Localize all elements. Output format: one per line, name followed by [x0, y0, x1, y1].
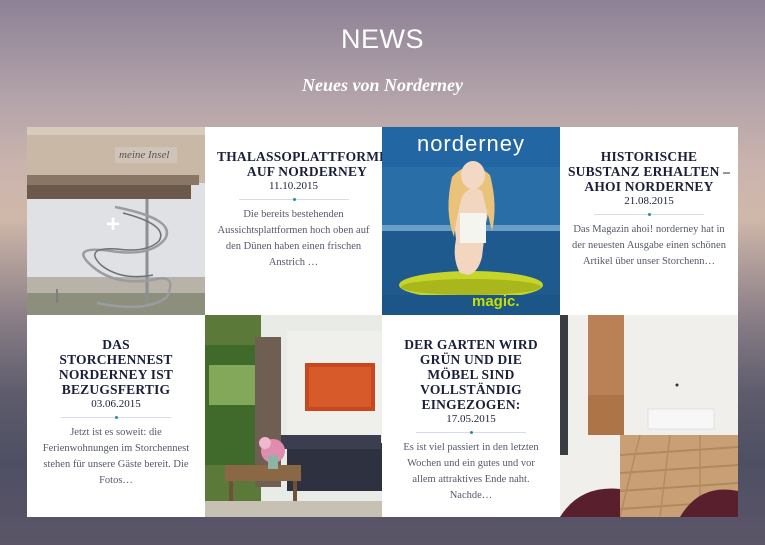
news-card-historische-substanz[interactable]: HISTORISCHE SUBSTANZ ERHALTEN – AHOI NOR…: [560, 127, 738, 315]
article-title[interactable]: HISTORISCHE SUBSTANZ ERHALTEN – AHOI NOR…: [566, 149, 732, 194]
article-excerpt: Es ist viel passiert in den letzten Woch…: [403, 442, 539, 501]
article-excerpt: Die bereits bestehenden Aussichtsplattfo…: [217, 209, 370, 268]
divider: [61, 416, 171, 419]
news-card-storchennest[interactable]: DAS STORCHENNEST NORDERNEY IST BEZUGSFER…: [27, 315, 205, 517]
news-image-living-room[interactable]: [205, 315, 382, 517]
news-image-empty-room[interactable]: [560, 315, 738, 517]
divider: [238, 198, 349, 201]
article-title[interactable]: DER GARTEN WIRD GRÜN UND DIE MÖBEL SIND …: [388, 337, 554, 412]
article-excerpt: Jetzt ist es soweit: die Ferienwohnungen…: [42, 427, 190, 486]
article-title[interactable]: THALASSOPLATTFORMEN AUF NORDERNEY: [217, 149, 382, 179]
news-image-magazine[interactable]: norderney magic.: [382, 127, 560, 315]
plus-icon[interactable]: +: [106, 211, 120, 239]
page-title: NEWS: [341, 24, 424, 54]
article-date: 21.08.2015: [624, 195, 674, 207]
living-room-photo: [205, 315, 382, 517]
news-image-staircase[interactable]: meine Insel +: [27, 127, 205, 315]
page-subtitle: Neues von Norderney: [302, 75, 463, 95]
article-date: 17.05.2015: [446, 413, 496, 425]
article-excerpt: Das Magazin ahoi! norderney hat in der n…: [572, 224, 726, 267]
article-date: 11.10.2015: [268, 180, 319, 192]
news-grid: meine Insel + THALASSOPLATTFORMEN AUF NO…: [27, 127, 738, 517]
divider: [594, 213, 704, 216]
empty-room-parquet-photo: [560, 315, 738, 517]
news-card-garten[interactable]: DER GARTEN WIRD GRÜN UND DIE MÖBEL SIND …: [382, 315, 560, 517]
magazine-masthead: norderney: [416, 131, 526, 156]
article-date: 03.06.2015: [91, 398, 141, 410]
news-card-thalasso[interactable]: THALASSOPLATTFORMEN AUF NORDERNEY 11.10.…: [205, 127, 382, 315]
sign-text: meine Insel: [119, 149, 170, 161]
article-title[interactable]: DAS STORCHENNEST NORDERNEY IST BEZUGSFER…: [33, 337, 199, 397]
divider: [416, 431, 526, 434]
magazine-brand: magic.: [472, 293, 520, 310]
